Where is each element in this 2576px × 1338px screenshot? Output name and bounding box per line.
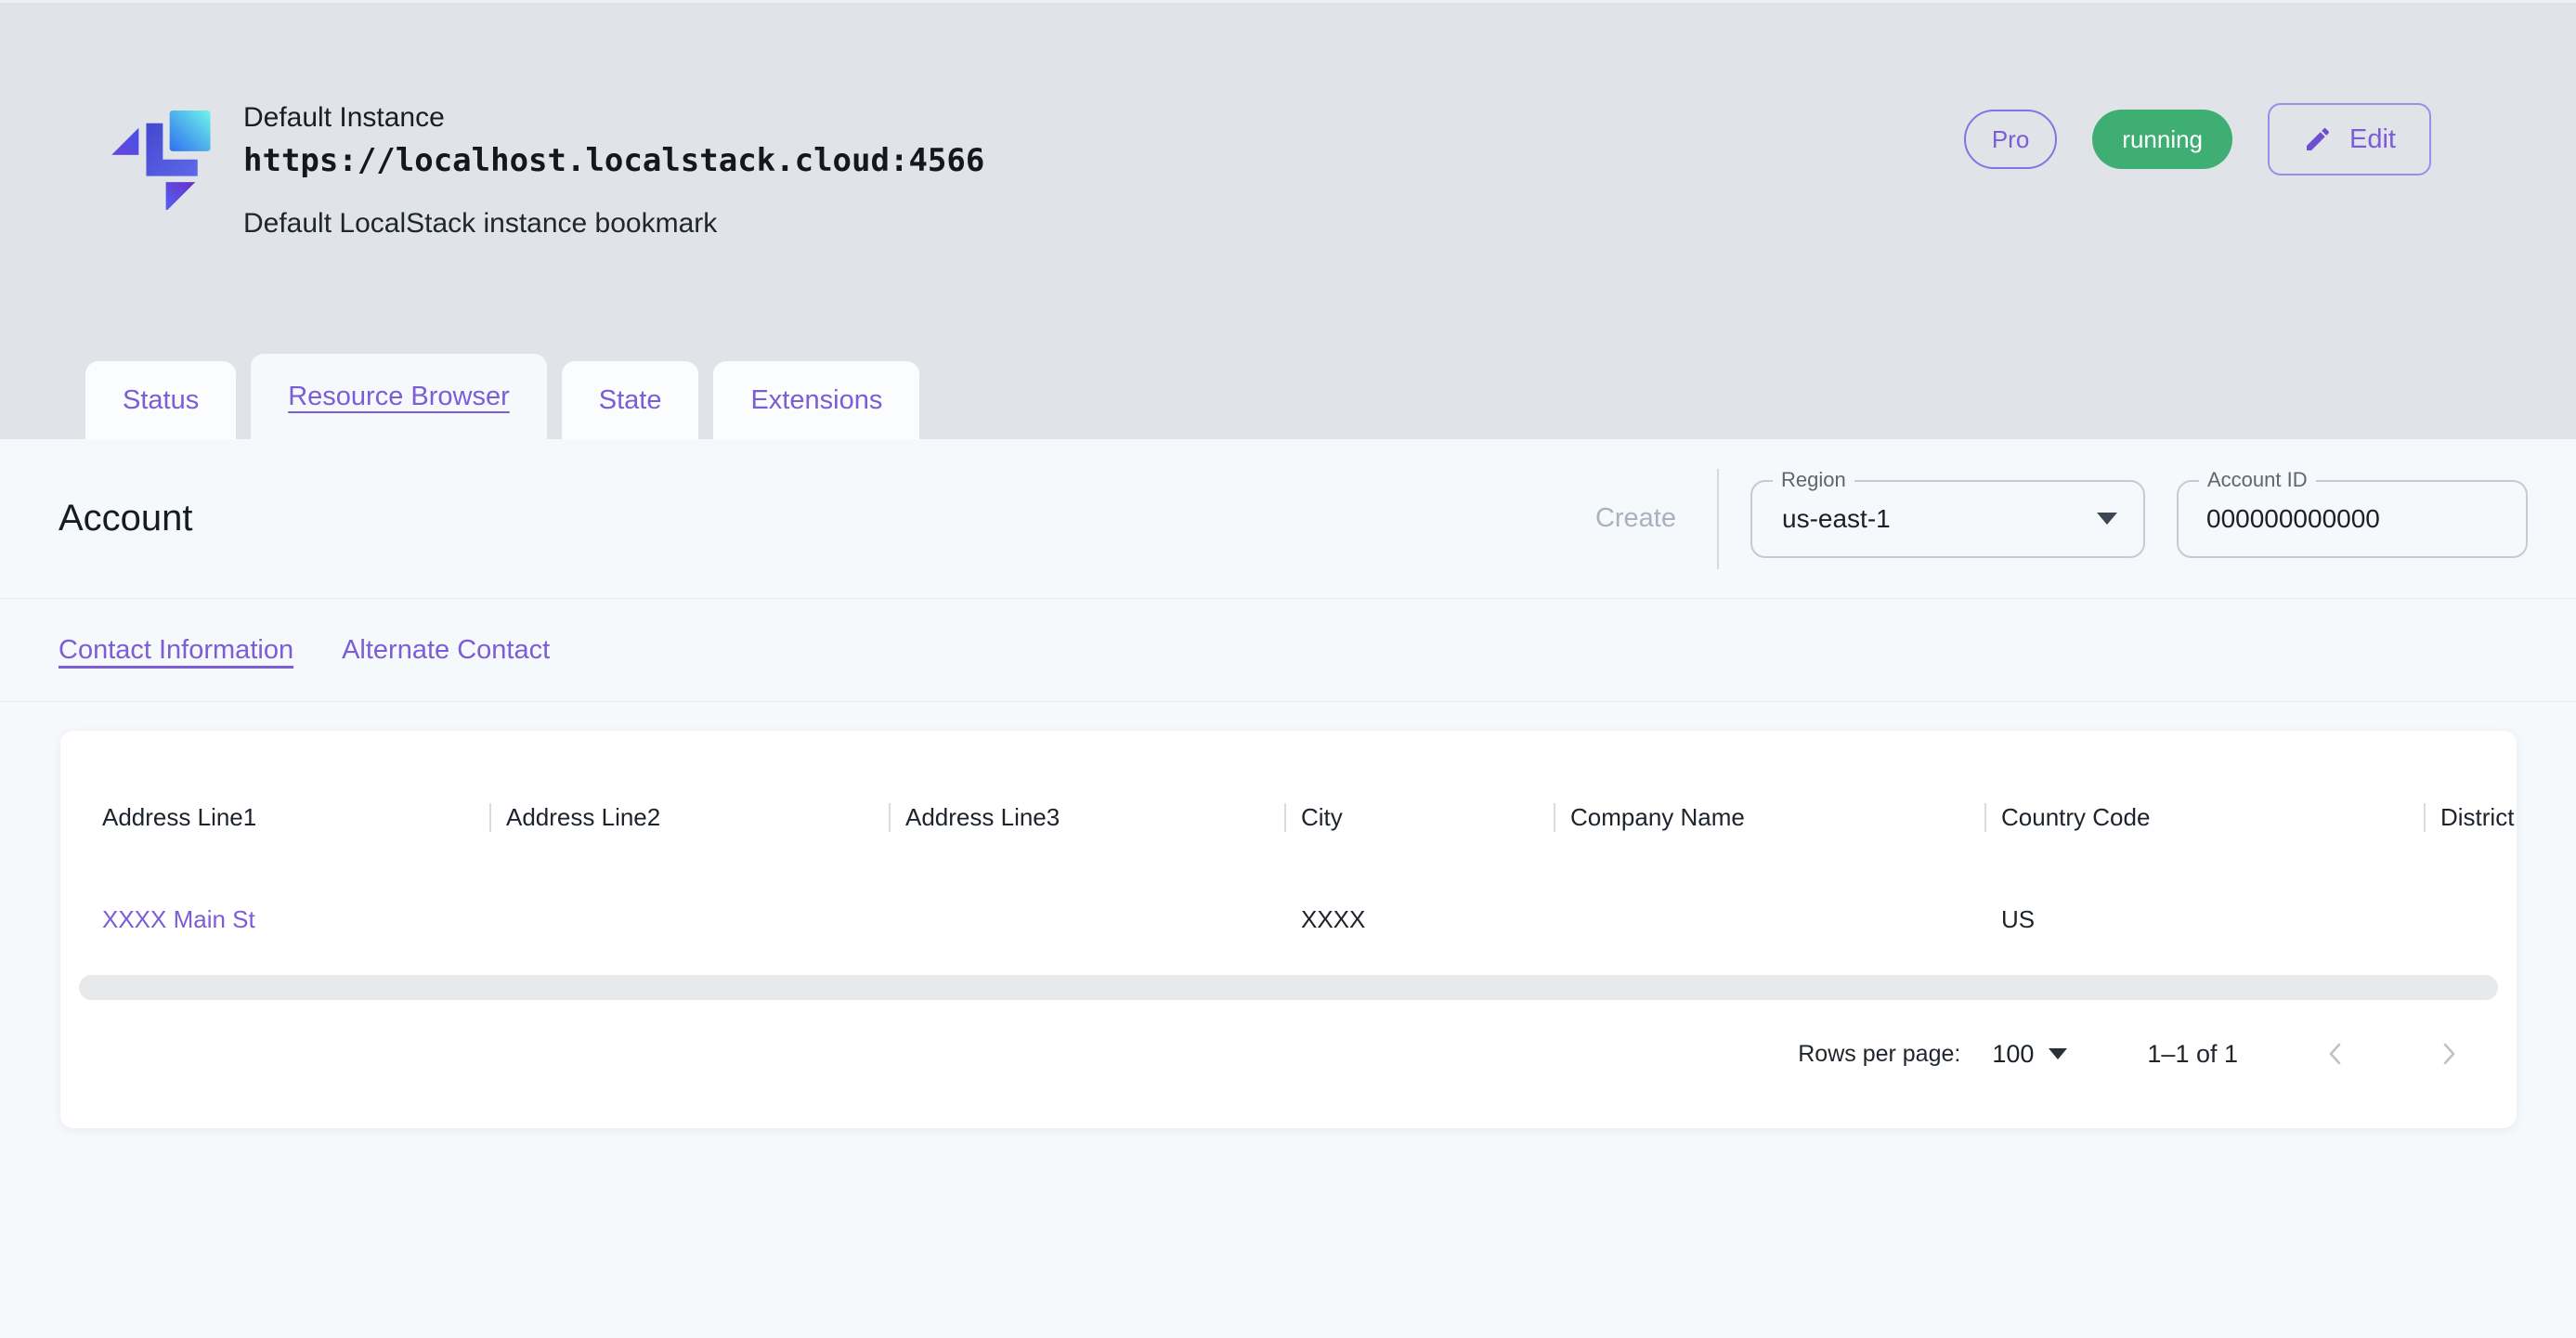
cell-address-line1-link[interactable]: XXXX Main St	[102, 905, 489, 934]
region-select[interactable]: Region us-east-1	[1750, 480, 2145, 558]
horizontal-scrollbar[interactable]	[79, 975, 2498, 1000]
account-id-field-label: Account ID	[2199, 468, 2316, 492]
resource-browser-panel: Account Create Region us-east-1 Account …	[0, 439, 2576, 1338]
localstack-logo-icon	[92, 91, 213, 210]
subtab-contact-information[interactable]: Contact Information	[59, 635, 293, 666]
resource-table-card: Address Line1 Address Line2 Address Line…	[60, 731, 2517, 1128]
column-header-city: City	[1284, 803, 1554, 832]
column-header-company-name: Company Name	[1554, 803, 1984, 832]
column-header-address-line3: Address Line3	[889, 803, 1284, 832]
create-button[interactable]: Create	[1586, 503, 1685, 534]
resource-header: Account Create Region us-east-1 Account …	[0, 439, 2576, 599]
region-select-label: Region	[1773, 468, 1854, 492]
table-row: XXXX Main St XXXX US	[60, 867, 2517, 971]
instance-title: Default Instance	[243, 99, 984, 136]
chevron-left-icon	[2320, 1038, 2351, 1070]
account-id-field[interactable]: Account ID 000000000000	[2177, 480, 2528, 558]
controls-divider	[1717, 469, 1719, 569]
table-header-row: Address Line1 Address Line2 Address Line…	[60, 731, 2517, 851]
column-header-country-code: Country Code	[1984, 803, 2424, 832]
instance-url: https://localhost.localstack.cloud:4566	[243, 138, 984, 183]
pencil-icon	[2303, 124, 2333, 154]
header-actions: Pro running Edit	[1964, 103, 2431, 175]
rows-per-page-label: Rows per page:	[1798, 1041, 1960, 1068]
tab-extensions[interactable]: Extensions	[713, 361, 919, 439]
column-header-address-line1: Address Line1	[102, 803, 489, 832]
resource-controls: Create Region us-east-1 Account ID 00000…	[1586, 469, 2528, 569]
chevron-down-icon	[2049, 1048, 2067, 1059]
region-select-value: us-east-1	[1782, 504, 2097, 534]
column-header-address-line2: Address Line2	[489, 803, 889, 832]
column-header-district: District Or	[2424, 803, 2517, 832]
next-page-button[interactable]	[2433, 1038, 2465, 1070]
account-subtabs: Contact Information Alternate Contact	[0, 599, 2576, 702]
instance-subtitle: Default LocalStack instance bookmark	[243, 205, 984, 242]
previous-page-button[interactable]	[2320, 1038, 2351, 1070]
subtab-alternate-contact[interactable]: Alternate Contact	[342, 635, 550, 666]
instance-tabs: Status Resource Browser State Extensions	[85, 354, 919, 439]
chevron-down-icon	[2097, 513, 2117, 525]
instance-title-block: Default Instance https://localhost.local…	[243, 99, 984, 242]
rows-per-page-value: 100	[1992, 1040, 2034, 1069]
edit-button-label: Edit	[2349, 124, 2396, 155]
cell-country-code: US	[1984, 905, 2424, 934]
edit-button[interactable]: Edit	[2268, 103, 2431, 175]
tab-resource-browser[interactable]: Resource Browser	[251, 354, 547, 439]
page-title: Account	[59, 498, 193, 539]
status-badge: running	[2092, 110, 2232, 169]
rows-per-page-select[interactable]: 100	[1992, 1040, 2067, 1069]
pro-badge: Pro	[1964, 110, 2057, 169]
pagination-bar: Rows per page: 100 1–1 of 1	[60, 1021, 2517, 1086]
tab-status[interactable]: Status	[85, 361, 236, 439]
chevron-right-icon	[2433, 1038, 2465, 1070]
instance-header: Default Instance https://localhost.local…	[0, 0, 2576, 439]
pagination-range: 1–1 of 1	[2147, 1040, 2238, 1069]
account-id-field-value: 000000000000	[2206, 504, 2500, 534]
tab-state[interactable]: State	[562, 361, 699, 439]
cell-city: XXXX	[1284, 905, 1554, 934]
